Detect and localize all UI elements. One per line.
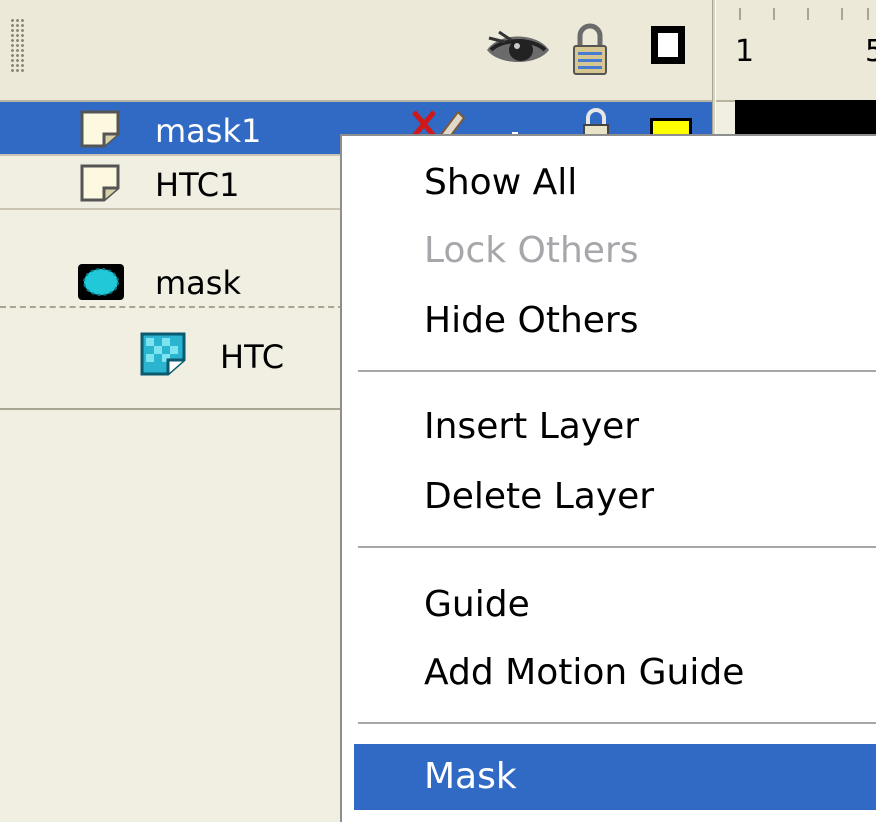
ruler-tick: [773, 8, 775, 20]
frame-ruler: 1 5: [717, 0, 876, 100]
ruler-tick: [739, 8, 741, 20]
menu-item-mask[interactable]: Mask: [354, 744, 876, 810]
masked-layer-icon: [140, 332, 186, 376]
menu-item-insert-layer[interactable]: Insert Layer: [354, 394, 876, 460]
lock-icon[interactable]: [572, 22, 608, 76]
ruler-tick: [841, 8, 843, 20]
menu-item-hide-others[interactable]: Hide Others: [354, 288, 876, 354]
eye-icon[interactable]: [485, 28, 551, 68]
normal-layer-icon: [80, 164, 120, 202]
menu-item-guide[interactable]: Guide: [354, 572, 876, 638]
menu-item-delete-layer[interactable]: Delete Layer: [354, 464, 876, 530]
mask-layer-icon: [78, 264, 124, 300]
drag-grip-handle[interactable]: [10, 18, 24, 74]
ruler-tick: [867, 8, 869, 20]
layer-name: HTC: [220, 338, 285, 376]
layer-context-menu: Show All Lock Others Hide Others Insert …: [340, 134, 876, 822]
ruler-tick: [807, 8, 809, 20]
menu-item-show-all[interactable]: Show All: [354, 150, 876, 216]
ruler-label: 1: [735, 34, 755, 69]
layer-name: mask: [155, 264, 241, 302]
normal-layer-icon: [80, 110, 120, 148]
menu-separator: [358, 370, 876, 373]
menu-separator: [358, 722, 876, 725]
layer-name: mask1: [155, 112, 262, 150]
menu-item-lock-others: Lock Others: [424, 230, 639, 271]
outline-icon[interactable]: [651, 26, 685, 64]
menu-item-add-motion-guide[interactable]: Add Motion Guide: [354, 640, 876, 706]
menu-separator: [358, 546, 876, 549]
ruler-label: 5: [865, 34, 876, 69]
layer-name: HTC1: [155, 166, 240, 204]
